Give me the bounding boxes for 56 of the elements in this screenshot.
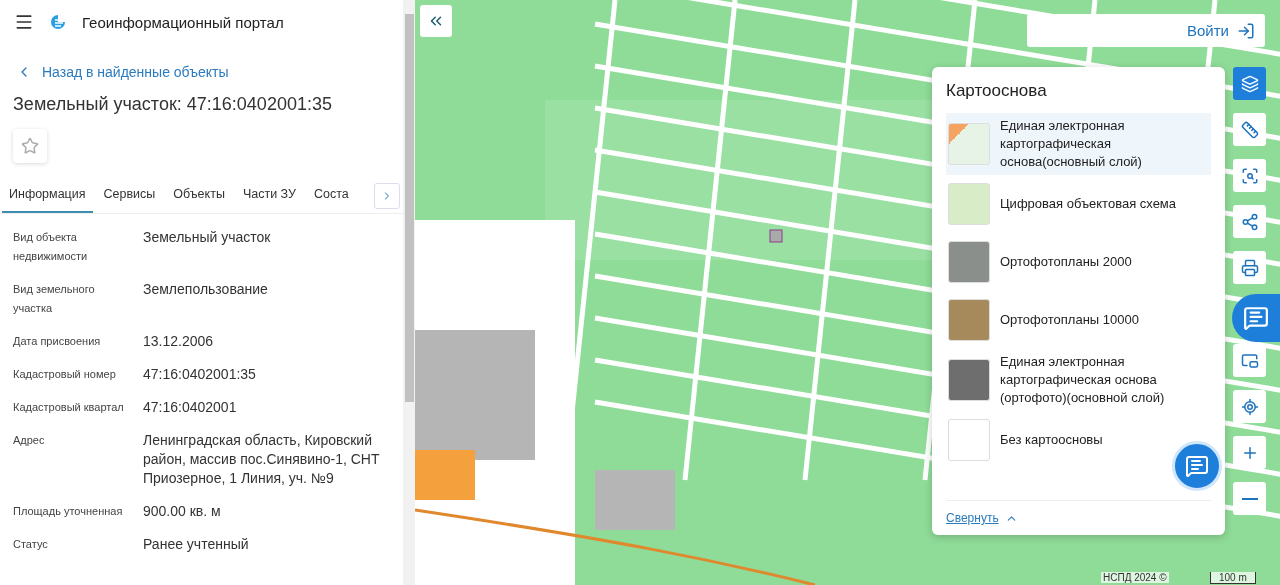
ruler-icon xyxy=(1240,120,1259,139)
property-label: Вид земельного участка xyxy=(13,282,96,316)
map-tool-button[interactable] xyxy=(1233,67,1266,100)
map-tool-button[interactable] xyxy=(1233,482,1266,515)
portal-title: Геоинформационный портал xyxy=(82,13,284,31)
property-label: Адрес xyxy=(13,433,46,448)
property-label: Кадастровый номер xyxy=(13,367,117,382)
property-value: 900.00 кв. м xyxy=(143,502,222,521)
object-title: Земельный участок: 47:16:0402001:35 xyxy=(13,94,333,115)
login-button[interactable]: Войти xyxy=(1027,14,1265,47)
map-tool-button[interactable] xyxy=(1233,251,1266,284)
tab[interactable]: Объекты xyxy=(166,177,232,213)
map-tool-button[interactable] xyxy=(1233,159,1266,192)
menu-icon[interactable] xyxy=(14,12,34,32)
tab[interactable]: Соста xyxy=(307,177,356,213)
picture-in-picture-icon xyxy=(1240,351,1259,370)
locate-icon xyxy=(1240,397,1259,416)
speech-bubble-icon xyxy=(1243,305,1269,331)
layers-icon xyxy=(1240,74,1259,93)
login-icon xyxy=(1237,21,1255,40)
scan-search-icon xyxy=(1240,166,1259,185)
property-label: Дата присвоения xyxy=(13,334,102,349)
share-icon xyxy=(1240,212,1259,231)
speech-bubble-icon xyxy=(1185,454,1209,478)
property-value: 47:16:0402001 xyxy=(143,398,238,417)
scale-bar: 100 m xyxy=(1210,572,1256,584)
star-icon xyxy=(21,137,39,155)
map-tool-button[interactable] xyxy=(1233,113,1266,146)
map-tool-button[interactable] xyxy=(1233,390,1266,423)
panel-title: Картооснова xyxy=(946,81,1048,101)
property-value: 13.12.2006 xyxy=(143,332,215,351)
property-label: Статус xyxy=(13,537,49,552)
property-label: Площадь уточненная xyxy=(13,504,124,519)
printer-icon xyxy=(1240,258,1259,277)
map-tool-button[interactable] xyxy=(1233,344,1266,377)
map-tool-button[interactable] xyxy=(1233,436,1266,469)
collapse-panel-button[interactable] xyxy=(420,5,452,37)
property-value: Землепользование xyxy=(143,280,269,299)
tab[interactable]: Сервисы xyxy=(96,177,163,213)
property-value: Земельный участок xyxy=(143,228,272,247)
property-value: Ленинградская область, Кировский район, массив пос.Синявино-1, СНТ Приозерное, 1 Линия, уч. №9 xyxy=(143,431,381,488)
property-value: Ранее учтенный xyxy=(143,535,250,554)
attribution-text: НСПД 2024 © xyxy=(1101,572,1169,583)
feedback-tab[interactable] xyxy=(1232,294,1280,342)
back-link[interactable]: Назад в найденные объекты xyxy=(0,44,403,88)
property-label: Кадастровый квартал xyxy=(13,400,125,415)
logo-icon xyxy=(50,14,66,30)
property-label: Вид объекта недвижимости xyxy=(13,230,89,264)
basemap-option[interactable]: Единая электронная картографическая основа(основный слой) xyxy=(946,113,1211,175)
zoom-out-icon xyxy=(1241,497,1258,500)
collapse-link[interactable]: Свернуть xyxy=(946,511,999,525)
tab[interactable]: Части ЗУ xyxy=(235,177,303,213)
tab[interactable]: Информация xyxy=(2,177,93,213)
map-tool-button[interactable] xyxy=(1233,205,1266,238)
property-value: 47:16:0402001:35 xyxy=(143,365,257,384)
scrollbar[interactable] xyxy=(403,0,415,585)
